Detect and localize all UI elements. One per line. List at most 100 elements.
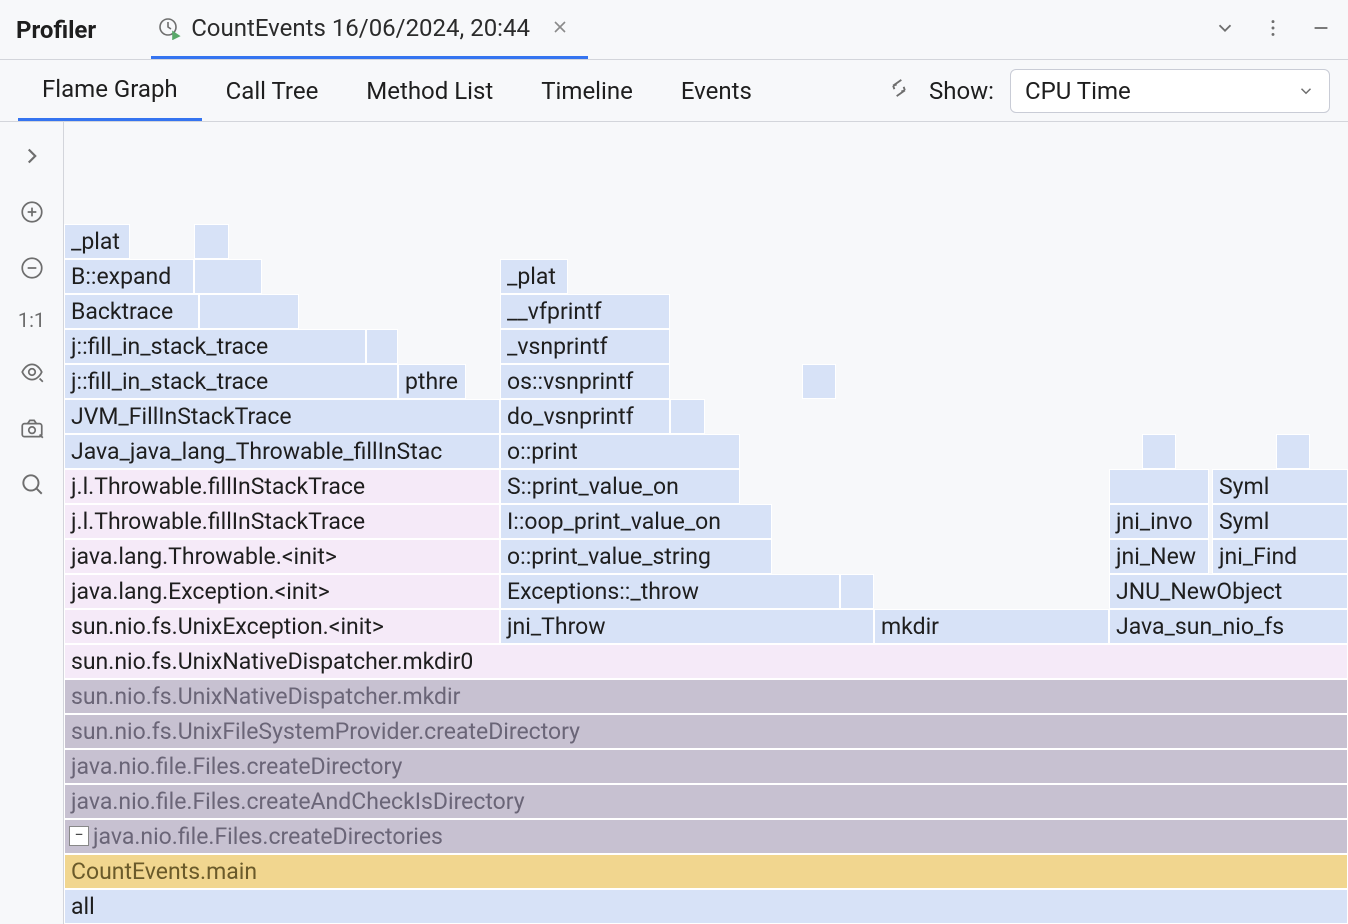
expand-icon[interactable] — [16, 140, 48, 172]
flame-row: j::fill_in_stack_trace _vsnprintf — [64, 329, 1348, 364]
chevron-down-icon[interactable] — [1214, 17, 1236, 43]
flame-cell[interactable] — [670, 399, 705, 434]
flame-cell[interactable] — [366, 329, 398, 364]
minimize-icon[interactable] — [1310, 17, 1332, 43]
flame-cell[interactable]: JNU_NewObject — [1109, 574, 1348, 609]
flame-cell[interactable] — [1276, 434, 1310, 469]
flame-cell-label: java.nio.file.Files.createDirectories — [93, 823, 443, 850]
flame-cell[interactable]: jni_invo — [1109, 504, 1209, 539]
flame-cell[interactable]: java.lang.Throwable.<init> — [64, 539, 500, 574]
flame-row: java.lang.Throwable.<init>o::print_value… — [64, 539, 1348, 574]
more-icon[interactable] — [1262, 17, 1284, 43]
flame-cell[interactable]: B::expand — [64, 259, 194, 294]
flame-cell[interactable] — [194, 259, 262, 294]
flame-cell[interactable]: S::print_value_on — [500, 469, 740, 504]
flame-row: j.l.Throwable.fillInStackTraceS::print_v… — [64, 469, 1348, 504]
flame-cell[interactable]: o::print_value_string — [500, 539, 772, 574]
flame-cell[interactable]: j.l.Throwable.fillInStackTrace — [64, 469, 500, 504]
flame-row: all — [64, 889, 1348, 924]
flame-cell[interactable]: I::oop_print_value_on — [500, 504, 772, 539]
flame-cell[interactable] — [1142, 434, 1176, 469]
flame-row: sun.nio.fs.UnixException.<init>jni_Throw… — [64, 609, 1348, 644]
flame-cell[interactable]: sun.nio.fs.UnixNativeDispatcher.mkdir — [64, 679, 1348, 714]
show-select-value: CPU Time — [1025, 77, 1131, 105]
tab-call-tree[interactable]: Call Tree — [202, 60, 343, 121]
flame-cell[interactable] — [840, 574, 874, 609]
flame-cell[interactable]: _plat — [64, 224, 130, 259]
flame-cell[interactable]: jni_New — [1109, 539, 1209, 574]
flame-row: java.lang.Exception.<init>Exceptions::_t… — [64, 574, 1348, 609]
flame-row: java.nio.file.Files.createAndCheckIsDire… — [64, 784, 1348, 819]
flame-cell[interactable]: Java_java_lang_Throwable_fillInStac — [64, 434, 500, 469]
flame-cell[interactable]: do_vsnprintf — [500, 399, 670, 434]
flame-cell[interactable]: Syml — [1212, 469, 1348, 504]
flame-cell[interactable]: Java_sun_nio_fs — [1109, 609, 1348, 644]
flame-cell[interactable]: _plat — [500, 259, 568, 294]
presentation-icon[interactable] — [16, 356, 48, 388]
flame-cell[interactable] — [199, 294, 299, 329]
flame-cell[interactable]: j::fill_in_stack_trace — [64, 329, 366, 364]
flame-cell[interactable]: java.nio.file.Files.createAndCheckIsDire… — [64, 784, 1348, 819]
flame-cell[interactable]: CountEvents.main — [64, 854, 1348, 889]
flame-cell[interactable] — [802, 364, 836, 399]
tab-flame-graph[interactable]: Flame Graph — [18, 60, 202, 121]
flame-row: sun.nio.fs.UnixFileSystemProvider.create… — [64, 714, 1348, 749]
flame-graph[interactable]: _platB::expand_platBacktrace__vfprintfj:… — [64, 122, 1348, 924]
flame-row: java.nio.file.Files.createDirectory — [64, 749, 1348, 784]
camera-icon[interactable] — [16, 412, 48, 444]
flame-row: Backtrace __vfprintf — [64, 294, 1348, 329]
flame-sidebar: 1:1 — [0, 122, 64, 924]
flame-cell[interactable]: java.lang.Exception.<init> — [64, 574, 500, 609]
header-right — [1214, 17, 1332, 43]
profiler-run-icon — [157, 16, 181, 40]
show-label: Show: — [929, 77, 994, 105]
flame-cell[interactable]: jni_Find — [1212, 539, 1348, 574]
zoom-reset-button[interactable]: 1:1 — [18, 308, 45, 332]
profiler-title: Profiler — [16, 16, 96, 44]
flame-row: − java.nio.file.Files.createDirectories — [64, 819, 1348, 854]
flame-cell[interactable]: all — [64, 889, 1348, 924]
close-icon[interactable] — [552, 16, 568, 40]
flame-row: JVM_FillInStackTracedo_vsnprintf — [64, 399, 1348, 434]
tab-method-list[interactable]: Method List — [342, 60, 517, 121]
flame-cell[interactable]: j::fill_in_stack_trace — [64, 364, 398, 399]
main-area: 1:1 _platB::expand_platBacktrace__vfprin… — [0, 122, 1348, 924]
flame-cell[interactable]: o::print — [500, 434, 740, 469]
flame-row: sun.nio.fs.UnixNativeDispatcher.mkdir — [64, 679, 1348, 714]
flame-cell[interactable]: java.nio.file.Files.createDirectory — [64, 749, 1348, 784]
view-toolbar: Flame GraphCall TreeMethod ListTimelineE… — [0, 60, 1348, 122]
flame-row: j.l.Throwable.fillInStackTraceI::oop_pri… — [64, 504, 1348, 539]
zoom-out-icon[interactable] — [16, 252, 48, 284]
flame-cell[interactable]: pthre — [398, 364, 466, 399]
flame-cell[interactable]: sun.nio.fs.UnixNativeDispatcher.mkdir0 — [64, 644, 1348, 679]
search-icon[interactable] — [16, 468, 48, 500]
flame-cell[interactable]: Exceptions::_throw — [500, 574, 840, 609]
session-tab-label: CountEvents 16/06/2024, 20:44 — [191, 14, 530, 42]
flame-cell[interactable]: Syml — [1212, 504, 1348, 539]
toolbar-right: Show: CPU Time — [885, 69, 1330, 113]
flame-row: j::fill_in_stack_tracepthre os::vsnprintf — [64, 364, 1348, 399]
flame-cell[interactable]: j.l.Throwable.fillInStackTrace — [64, 504, 500, 539]
tab-timeline[interactable]: Timeline — [517, 60, 657, 121]
flame-cell[interactable] — [1109, 469, 1209, 504]
session-tab[interactable]: CountEvents 16/06/2024, 20:44 — [151, 0, 588, 59]
swap-icon[interactable] — [885, 74, 913, 108]
flame-cell[interactable]: _vsnprintf — [500, 329, 670, 364]
flame-cell[interactable]: __vfprintf — [500, 294, 670, 329]
tab-events[interactable]: Events — [657, 60, 776, 121]
flame-cell[interactable]: jni_Throw — [500, 609, 874, 644]
flame-cell[interactable]: JVM_FillInStackTrace — [64, 399, 500, 434]
flame-cell[interactable]: os::vsnprintf — [500, 364, 670, 399]
flame-cell[interactable]: sun.nio.fs.UnixFileSystemProvider.create… — [64, 714, 1348, 749]
flame-cell[interactable] — [194, 224, 229, 259]
view-tabs: Flame GraphCall TreeMethod ListTimelineE… — [18, 60, 776, 121]
zoom-in-icon[interactable] — [16, 196, 48, 228]
flame-cell[interactable]: − java.nio.file.Files.createDirectories — [64, 819, 1348, 854]
flame-cell[interactable]: mkdir — [874, 609, 1109, 644]
flame-cell[interactable]: Backtrace — [64, 294, 199, 329]
header-bar: Profiler CountEvents 16/06/2024, 20:44 — [0, 0, 1348, 60]
flame-cell[interactable]: sun.nio.fs.UnixException.<init> — [64, 609, 500, 644]
flame-row: Java_java_lang_Throwable_fillInStaco::pr… — [64, 434, 1348, 469]
show-select[interactable]: CPU Time — [1010, 69, 1330, 113]
collapse-icon[interactable]: − — [69, 826, 89, 846]
